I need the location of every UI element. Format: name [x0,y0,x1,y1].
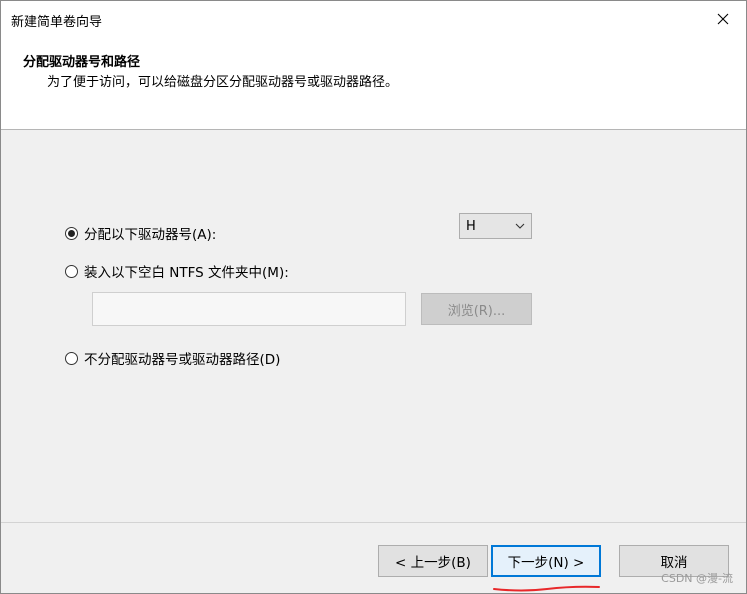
close-button[interactable] [708,6,738,32]
radio-button[interactable] [65,264,78,278]
page-title: 分配驱动器号和路径 [23,55,141,70]
wizard-header: 分配驱动器号和路径 为了便于访问，可以给磁盘分区分配驱动器号或驱动器路径。 [1,37,746,130]
page-subtitle: 为了便于访问，可以给磁盘分区分配驱动器号或驱动器路径。 [47,75,399,90]
radio-button[interactable] [65,351,78,365]
next-button[interactable]: 下一步(N) > [491,545,601,577]
wizard-content: 分配以下驱动器号(A): H 装入以下空白 NTFS 文件夹中(M): 浏览(R… [1,130,746,522]
radio-assign-letter[interactable]: 分配以下驱动器号(A): [65,223,216,243]
radio-no-assign[interactable]: 不分配驱动器号或驱动器路径(D) [65,348,280,368]
close-icon [717,13,729,25]
radio-no-assign-label: 不分配驱动器号或驱动器路径(D) [84,352,281,368]
radio-mount-folder-label: 装入以下空白 NTFS 文件夹中(M): [84,265,289,281]
red-underline-annotation [493,585,600,592]
title-bar: 新建简单卷向导 [1,1,746,37]
wizard-window: 新建简单卷向导 分配驱动器号和路径 为了便于访问，可以给磁盘分区分配驱动器号或驱… [0,0,747,594]
browse-button-label: 浏览(R)... [447,303,506,319]
next-button-label: 下一步(N) > [507,555,585,571]
radio-assign-letter-label: 分配以下驱动器号(A): [84,227,217,243]
drive-letter-select[interactable]: H [459,213,532,239]
back-button-label: < 上一步(B) [395,555,471,571]
cancel-button-label: 取消 [660,555,688,571]
radio-button-checked[interactable] [65,226,78,240]
radio-mount-folder[interactable]: 装入以下空白 NTFS 文件夹中(M): [65,261,289,281]
folder-path-input[interactable] [92,292,406,326]
browse-button[interactable]: 浏览(R)... [421,293,532,325]
drive-letter-value: H [466,218,476,234]
wizard-footer: < 上一步(B) 下一步(N) > 取消 [1,522,746,594]
back-button[interactable]: < 上一步(B) [378,545,488,577]
chevron-down-icon [515,223,525,229]
watermark: CSDN @漫-流 [661,572,733,585]
window-title: 新建简单卷向导 [11,15,103,30]
